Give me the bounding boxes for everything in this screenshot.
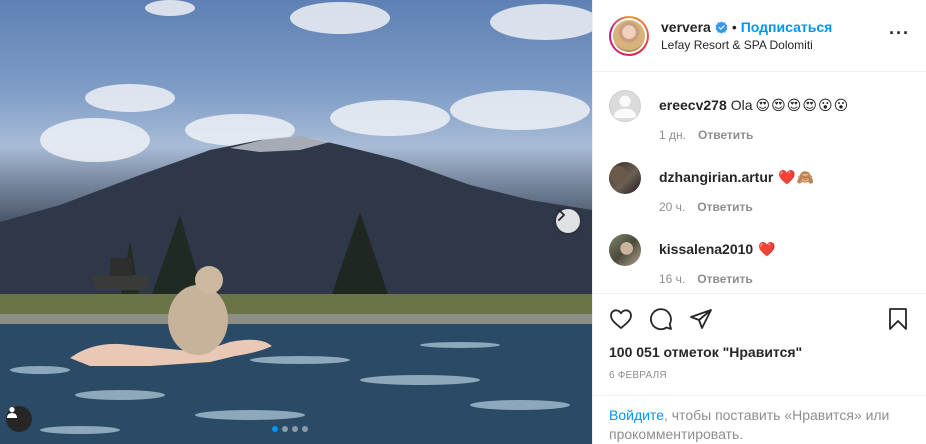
heart-icon[interactable] bbox=[609, 307, 633, 331]
user-tag-icon bbox=[7, 407, 17, 418]
likes-count[interactable]: 100 051 отметок "Нравится" bbox=[609, 344, 910, 360]
location-link[interactable]: Lefay Resort & SPA Dolomiti bbox=[661, 38, 832, 52]
comment-time[interactable]: 16 ч. bbox=[659, 272, 685, 286]
author-avatar[interactable] bbox=[609, 15, 649, 56]
comments-list: ereecv278 Ola 😍 😍 😍 😍 😮 😮 1 дн. Ответить bbox=[593, 72, 926, 293]
comment-item: dzhangirian.artur ❤️ 🙈 20 ч. Ответить bbox=[609, 162, 910, 214]
commenter-avatar[interactable] bbox=[609, 234, 641, 266]
emoji-surprised-icon: 😮 bbox=[817, 97, 833, 113]
header-separator: • bbox=[731, 19, 737, 35]
comment-username[interactable]: ereecv278 bbox=[659, 96, 727, 114]
comment-item: ereecv278 Ola 😍 😍 😍 😍 😮 😮 1 дн. Ответить bbox=[609, 90, 910, 142]
reply-button[interactable]: Ответить bbox=[698, 128, 753, 142]
carousel-dot bbox=[302, 426, 308, 432]
carousel-indicator bbox=[272, 426, 308, 432]
chevron-right-icon bbox=[558, 209, 565, 221]
bookmark-icon[interactable] bbox=[886, 307, 910, 331]
emoji-heart-eyes-icon: 😍 bbox=[771, 97, 786, 113]
commenter-avatar[interactable] bbox=[609, 162, 641, 194]
login-link[interactable]: Войдите bbox=[609, 407, 664, 423]
post-side-panel: ververa • Подписаться Lefay Resort & SPA… bbox=[592, 0, 926, 444]
reply-button[interactable]: Ответить bbox=[697, 200, 752, 214]
post-header: ververa • Подписаться Lefay Resort & SPA… bbox=[593, 0, 926, 72]
instagram-post: ververa • Подписаться Lefay Resort & SPA… bbox=[0, 0, 926, 444]
emoji-heart-eyes-icon: 😍 bbox=[786, 97, 802, 113]
commenter-avatar[interactable] bbox=[609, 90, 641, 122]
photo-scene bbox=[0, 0, 592, 444]
next-photo-button[interactable] bbox=[556, 209, 580, 233]
comment-username[interactable]: dzhangirian.artur bbox=[659, 168, 773, 186]
login-prompt: Войдите, чтобы поставить «Нравится» или … bbox=[593, 395, 926, 444]
comment-icon[interactable] bbox=[649, 307, 673, 331]
post-actions: 100 051 отметок "Нравится" 6 февраля bbox=[593, 293, 926, 395]
share-icon[interactable] bbox=[689, 307, 713, 331]
emoji-heart-icon: ❤️ bbox=[758, 241, 776, 257]
verified-badge-icon bbox=[715, 20, 728, 34]
comment-time[interactable]: 20 ч. bbox=[659, 200, 685, 214]
post-photo[interactable] bbox=[0, 0, 592, 444]
user-tag-button[interactable] bbox=[6, 406, 32, 432]
emoji-heart-eyes-icon: 😍 bbox=[755, 97, 771, 113]
post-date[interactable]: 6 февраля bbox=[609, 370, 910, 381]
comment-item: kissalena2010 ❤️ 16 ч. Ответить bbox=[609, 234, 910, 286]
comment-text: Ola bbox=[730, 97, 753, 113]
default-avatar-icon bbox=[613, 95, 637, 119]
emoji-see-no-evil-icon: 🙈 bbox=[796, 169, 815, 185]
author-username[interactable]: ververa bbox=[661, 19, 711, 35]
carousel-dot-active bbox=[272, 426, 278, 432]
follow-button[interactable]: Подписаться bbox=[741, 19, 833, 35]
emoji-heart-icon: ❤️ bbox=[778, 169, 796, 185]
emoji-heart-eyes-icon: 😍 bbox=[802, 97, 817, 113]
comment-username[interactable]: kissalena2010 bbox=[659, 240, 753, 258]
emoji-surprised-icon: 😮 bbox=[833, 97, 849, 113]
comment-time[interactable]: 1 дн. bbox=[659, 128, 686, 142]
carousel-dot bbox=[282, 426, 288, 432]
reply-button[interactable]: Ответить bbox=[697, 272, 752, 286]
carousel-dot bbox=[292, 426, 298, 432]
more-options-icon[interactable]: ··· bbox=[889, 24, 910, 42]
